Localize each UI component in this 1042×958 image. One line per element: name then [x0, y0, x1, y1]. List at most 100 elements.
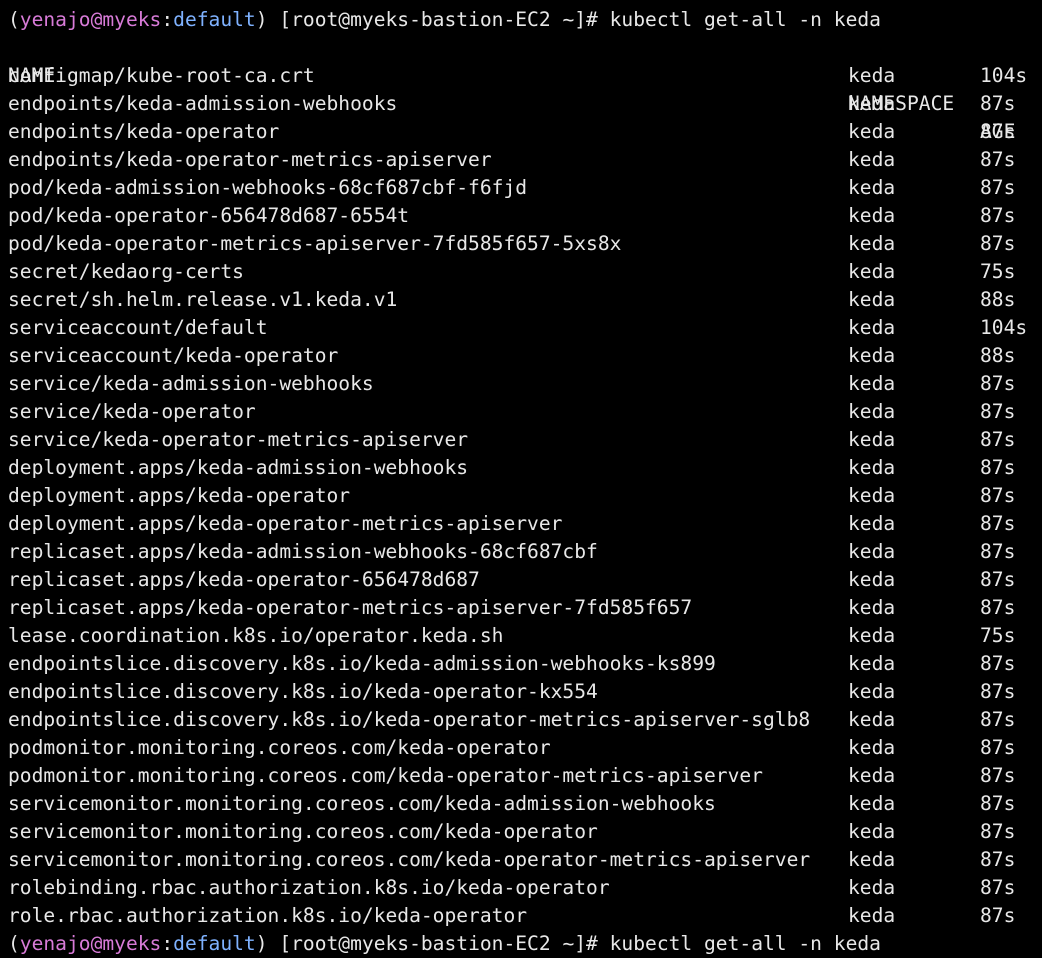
terminal-output[interactable]: (yenajo@myeks:default) [root@myeks-basti…	[8, 6, 1042, 958]
row-namespace: keda	[848, 372, 896, 395]
row-age: 87s	[980, 176, 1016, 199]
prompt-close-paren: )	[255, 8, 268, 31]
row-age: 87s	[980, 372, 1016, 395]
table-row: lease.coordination.k8s.io/operator.keda.…	[8, 622, 1042, 650]
table-row: replicaset.apps/keda-admission-webhooks-…	[8, 538, 1042, 566]
table-row: secret/kedaorg-certs keda 75s	[8, 258, 1042, 286]
row-name: secret/kedaorg-certs	[8, 260, 244, 283]
row-age: 87s	[980, 568, 1016, 591]
row-namespace: keda	[848, 400, 896, 423]
row-age: 87s	[980, 120, 1016, 143]
row-namespace: keda	[848, 624, 896, 647]
table-row: service/keda-operator-metrics-apiserver k…	[8, 426, 1042, 454]
row-name: deployment.apps/keda-admission-webhooks	[8, 456, 469, 479]
next-prompt-shell: [root@myeks-bastion-EC2 ~]#	[267, 932, 610, 955]
row-namespace: keda	[848, 540, 896, 563]
row-name: serviceaccount/keda-operator	[8, 344, 339, 367]
row-namespace: keda	[848, 232, 896, 255]
table-row: servicemonitor.monitoring.coreos.com/ked…	[8, 846, 1042, 874]
command-prompt-line: (yenajo@myeks:default) [root@myeks-basti…	[8, 6, 1042, 34]
row-age: 87s	[980, 820, 1016, 843]
row-name: deployment.apps/keda-operator-metrics-ap…	[8, 512, 563, 535]
prompt-shell: [root@myeks-bastion-EC2 ~]#	[267, 8, 610, 31]
row-name: pod/keda-operator-656478d687-6554t	[8, 204, 410, 227]
row-name: service/keda-operator	[8, 400, 256, 423]
prompt-open-paren: (	[8, 8, 20, 31]
table-row: serviceaccount/default keda 104s	[8, 314, 1042, 342]
row-age: 87s	[980, 848, 1016, 871]
row-age: 87s	[980, 708, 1016, 731]
row-namespace: keda	[848, 176, 896, 199]
table-row: pod/keda-admission-webhooks-68cf687cbf-f…	[8, 174, 1042, 202]
row-namespace: keda	[848, 484, 896, 507]
table-row: servicemonitor.monitoring.coreos.com/ked…	[8, 818, 1042, 846]
row-namespace: keda	[848, 876, 896, 899]
row-age: 104s	[980, 316, 1028, 339]
table-row: servicemonitor.monitoring.coreos.com/ked…	[8, 790, 1042, 818]
row-name: rolebinding.rbac.authorization.k8s.io/ke…	[8, 876, 610, 899]
next-prompt-close-paren: )	[255, 932, 268, 955]
row-age: 87s	[980, 232, 1016, 255]
row-age: 87s	[980, 428, 1016, 451]
table-row: secret/sh.helm.release.v1.keda.v1 keda 88s	[8, 286, 1042, 314]
row-name: serviceaccount/default	[8, 316, 268, 339]
prompt-separator: :	[161, 8, 174, 31]
table-row: endpointslice.discovery.k8s.io/keda-admi…	[8, 650, 1042, 678]
row-age: 87s	[980, 456, 1016, 479]
table-row: podmonitor.monitoring.coreos.com/keda-op…	[8, 734, 1042, 762]
row-namespace: keda	[848, 848, 896, 871]
row-name: secret/sh.helm.release.v1.keda.v1	[8, 288, 398, 311]
row-age: 87s	[980, 764, 1016, 787]
row-age: 88s	[980, 288, 1016, 311]
row-namespace: keda	[848, 120, 896, 143]
row-name: servicemonitor.monitoring.coreos.com/ked…	[8, 820, 598, 843]
row-age: 87s	[980, 484, 1016, 507]
table-row: service/keda-operator keda 87s	[8, 398, 1042, 426]
row-age: 87s	[980, 680, 1016, 703]
next-prompt-context: default	[173, 932, 256, 955]
row-name: endpoints/keda-operator-metrics-apiserve…	[8, 148, 492, 171]
table-row: podmonitor.monitoring.coreos.com/keda-op…	[8, 762, 1042, 790]
row-name: podmonitor.monitoring.coreos.com/keda-op…	[8, 736, 551, 759]
row-namespace: keda	[848, 568, 896, 591]
row-namespace: keda	[848, 792, 896, 815]
prompt-context: default	[173, 8, 256, 31]
row-namespace: keda	[848, 456, 896, 479]
row-name: replicaset.apps/keda-operator-656478d687	[8, 568, 480, 591]
row-name: service/keda-operator-metrics-apiserver	[8, 428, 469, 451]
table-row: replicaset.apps/keda-operator-656478d687…	[8, 566, 1042, 594]
table-header: NAME NAMESPACE AGE	[8, 34, 1042, 143]
row-age: 87s	[980, 148, 1016, 171]
row-name: endpointslice.discovery.k8s.io/keda-oper…	[8, 680, 598, 703]
row-age: 75s	[980, 260, 1016, 283]
row-age: 87s	[980, 792, 1016, 815]
row-age: 87s	[980, 876, 1016, 899]
row-age: 87s	[980, 92, 1016, 115]
next-prompt-separator: :	[161, 932, 174, 955]
row-namespace: keda	[848, 64, 896, 87]
row-name: endpoints/keda-operator	[8, 120, 280, 143]
row-age: 75s	[980, 624, 1016, 647]
row-name: endpointslice.discovery.k8s.io/keda-oper…	[8, 708, 811, 731]
row-name: service/keda-admission-webhooks	[8, 372, 374, 395]
row-namespace: keda	[848, 260, 896, 283]
table-row: endpointslice.discovery.k8s.io/keda-oper…	[8, 706, 1042, 734]
next-prompt-open-paren: (	[8, 932, 20, 955]
row-age: 87s	[980, 736, 1016, 759]
row-namespace: keda	[848, 596, 896, 619]
row-age: 87s	[980, 512, 1016, 535]
row-age: 87s	[980, 652, 1016, 675]
row-age: 104s	[980, 64, 1028, 87]
row-namespace: keda	[848, 904, 896, 927]
row-age: 87s	[980, 596, 1016, 619]
row-namespace: keda	[848, 764, 896, 787]
next-command-text: kubectl get-all -n keda	[609, 932, 881, 955]
row-name: servicemonitor.monitoring.coreos.com/ked…	[8, 792, 716, 815]
row-namespace: keda	[848, 428, 896, 451]
table-row: endpoints/keda-operator-metrics-apiserve…	[8, 146, 1042, 174]
row-name: replicaset.apps/keda-operator-metrics-ap…	[8, 596, 693, 619]
row-name: servicemonitor.monitoring.coreos.com/ked…	[8, 848, 811, 871]
row-namespace: keda	[848, 820, 896, 843]
table-row: deployment.apps/keda-operator keda 87s	[8, 482, 1042, 510]
table-row: pod/keda-operator-metrics-apiserver-7fd5…	[8, 230, 1042, 258]
